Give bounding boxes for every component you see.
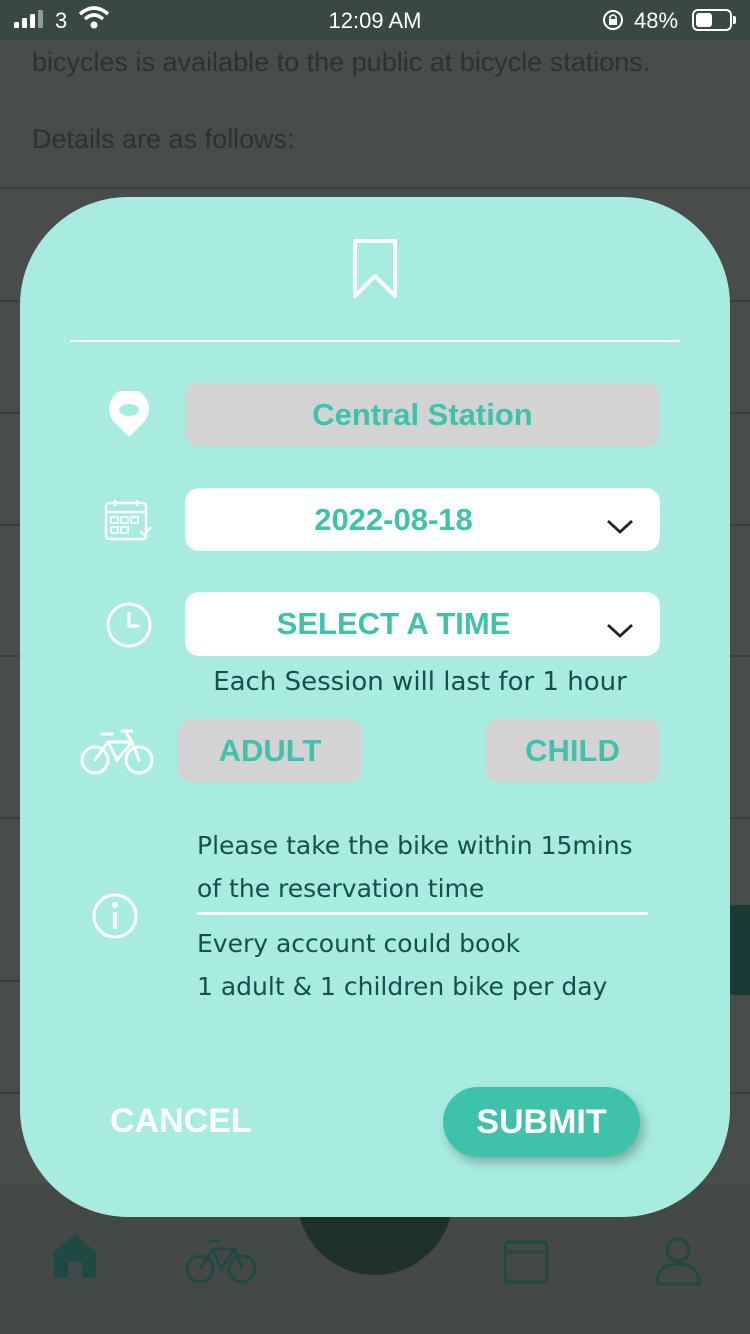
info-text-line: 1 adult & 1 children bike per day [197,972,608,1001]
info-text-line: Every account could book [197,929,521,958]
cancel-button[interactable]: CANCEL [110,1102,252,1141]
info-text-line: Please take the bike within 15mins [197,831,633,860]
bicycle-icon [185,1235,257,1289]
info-text-line: of the reservation time [197,874,485,903]
background-text-line: bicycles is available to the public at b… [32,47,651,77]
home-icon [50,1230,100,1284]
bookmark-icon [352,239,398,303]
profile-icon [655,1236,701,1290]
time-value: SELECT A TIME [276,606,511,641]
date-select[interactable]: 2022-08-18 [185,488,660,551]
child-button[interactable]: CHILD [485,719,660,782]
calendar-icon [104,499,152,547]
station-value: Central Station [312,396,533,432]
background-text-line: Details are as follows: [32,124,295,154]
clock-icon [105,601,153,653]
calendar-icon [503,1236,549,1288]
time-select[interactable]: SELECT A TIME [185,592,660,656]
status-bar: 3 12:09 AM 48% [0,0,750,40]
chevron-down-icon [606,508,634,544]
adult-button[interactable]: ADULT [178,719,362,782]
chevron-down-icon [606,612,634,648]
submit-button[interactable]: SUBMIT [443,1087,640,1157]
session-duration-note: Each Session will last for 1 hour [213,667,627,697]
battery-icon [692,9,736,31]
location-pin-icon [105,388,153,443]
divider [0,187,750,189]
station-field[interactable]: Central Station [185,383,660,446]
battery-percent: 48% [634,8,679,33]
date-value: 2022-08-18 [314,501,473,537]
header-divider [70,340,680,342]
reservation-modal: Central Station 2022-08-18 SELECT A TIME… [20,197,730,1217]
bicycle-icon [80,726,154,780]
info-divider [197,912,648,915]
rotation-lock-icon [602,9,624,37]
info-icon [91,892,139,944]
